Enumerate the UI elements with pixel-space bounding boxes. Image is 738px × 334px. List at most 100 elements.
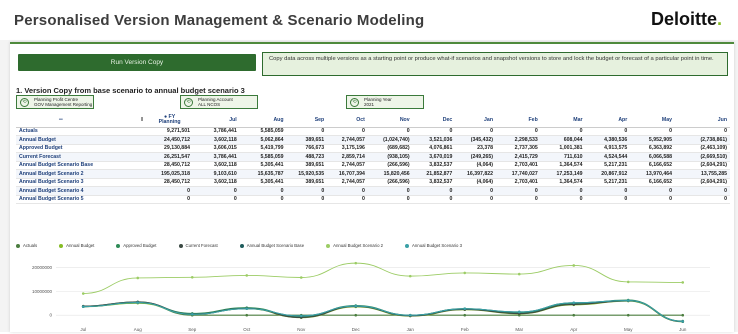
legend-item[interactable]: Current Forecast — [178, 243, 218, 248]
month-header-jun[interactable]: Jun — [675, 114, 730, 128]
table-cell[interactable]: 2,415,729 — [496, 152, 541, 162]
data-point[interactable] — [354, 313, 358, 317]
data-point[interactable] — [136, 276, 140, 280]
table-cell[interactable]: 23,378 — [455, 144, 496, 153]
table-cell[interactable]: 0 — [286, 186, 328, 196]
table-cell[interactable]: 0 — [455, 186, 496, 196]
table-cell[interactable]: 5,305,441 — [239, 161, 287, 170]
fy-planning-header[interactable]: ● FY Planning — [146, 114, 193, 128]
table-cell[interactable]: (4,064) — [455, 161, 496, 170]
table-cell[interactable]: 0 — [327, 127, 368, 136]
table-cell[interactable]: 0 — [675, 127, 730, 136]
table-cell[interactable]: 3,786,441 — [192, 127, 240, 136]
table-cell[interactable]: 711,610 — [540, 152, 586, 162]
table-cell[interactable]: 0 — [327, 195, 368, 204]
month-header-mar[interactable]: Mar — [540, 114, 586, 128]
table-cell[interactable]: 0 — [540, 195, 586, 204]
table-cell[interactable]: 5,217,231 — [585, 178, 631, 187]
month-header-may[interactable]: May — [630, 114, 675, 128]
table-cell[interactable]: 5,217,231 — [585, 161, 631, 170]
filter-year[interactable]: ⟲ Planning Year 2021 — [346, 95, 424, 109]
data-point[interactable] — [190, 275, 194, 279]
table-cell[interactable]: 17,740,027 — [496, 169, 541, 179]
legend-item[interactable]: Annual Budget Scenario 2 — [326, 243, 383, 248]
month-header-oct[interactable]: Oct — [327, 114, 368, 128]
table-cell[interactable]: 15,920,535 — [286, 169, 328, 179]
month-header-sep[interactable]: Sep — [286, 114, 328, 128]
table-row[interactable]: Annual Budget Scenario 2 195,025,318 9,103… — [16, 169, 730, 179]
table-cell[interactable]: 0 — [192, 195, 240, 204]
table-cell[interactable]: 0 — [327, 186, 368, 196]
table-cell[interactable]: 4,524,544 — [585, 152, 631, 162]
table-cell[interactable]: (4,064) — [455, 178, 496, 187]
menu-icon[interactable]: ═ — [59, 117, 63, 123]
table-cell[interactable]: 4,076,861 — [412, 144, 456, 153]
table-cell[interactable]: (2,669,510) — [675, 152, 730, 162]
table-cell[interactable]: 0 — [496, 195, 541, 204]
table-cell[interactable]: 195,025,318 — [146, 169, 193, 179]
table-cell[interactable]: 0 — [585, 186, 631, 196]
month-header-jan[interactable]: Jan — [455, 114, 496, 128]
data-point[interactable] — [463, 313, 467, 317]
table-cell[interactable]: 0 — [412, 195, 456, 204]
data-point[interactable] — [463, 271, 467, 275]
data-point[interactable] — [354, 261, 358, 265]
table-cell[interactable]: 0 — [540, 127, 586, 136]
table-row[interactable]: Annual Budget Scenario 3 28,450,712 3,602,… — [16, 178, 730, 187]
table-cell[interactable]: (266,596) — [367, 161, 413, 170]
table-cell[interactable]: 24,450,712 — [146, 135, 193, 145]
legend-item[interactable]: Approved Budget — [116, 243, 157, 248]
data-point[interactable] — [81, 305, 85, 308]
legend-item[interactable]: Annual Budget — [59, 243, 94, 248]
table-cell[interactable]: 3,670,019 — [412, 152, 456, 162]
table-cell[interactable]: 0 — [146, 195, 193, 204]
filter-profit-centre[interactable]: ⟲ Planning Profit Centre GOV Management … — [16, 95, 94, 109]
data-point[interactable] — [408, 313, 412, 317]
data-point[interactable] — [299, 276, 303, 279]
table-cell[interactable]: 5,585,059 — [239, 152, 287, 162]
table-cell[interactable]: 0 — [367, 195, 413, 204]
table-cell[interactable]: 0 — [239, 195, 287, 204]
data-point[interactable] — [572, 301, 576, 305]
table-cell[interactable]: (2,604,291) — [675, 161, 730, 170]
table-cell[interactable]: 389,651 — [286, 135, 328, 145]
table-cell[interactable]: 6,363,892 — [630, 144, 675, 153]
table-cell[interactable]: 0 — [239, 186, 287, 196]
column-resize-icon[interactable]: ‖ — [141, 117, 144, 123]
table-cell[interactable]: 3,786,441 — [192, 152, 240, 162]
table-cell[interactable]: 0 — [367, 127, 413, 136]
table-cell[interactable]: (266,596) — [367, 178, 413, 187]
table-cell[interactable]: (938,105) — [367, 152, 413, 162]
data-point[interactable] — [517, 310, 521, 314]
table-cell[interactable]: 389,651 — [286, 161, 328, 170]
table-cell[interactable]: 2,298,533 — [496, 135, 541, 145]
legend-item[interactable]: Annual Budget Scenario Base — [239, 243, 304, 248]
data-point[interactable] — [463, 307, 467, 311]
data-point[interactable] — [626, 280, 630, 284]
table-cell[interactable]: 0 — [412, 127, 456, 136]
table-cell[interactable]: 3,832,537 — [412, 178, 456, 187]
data-point[interactable] — [245, 307, 249, 310]
table-cell[interactable]: 608,044 — [540, 135, 586, 145]
table-cell[interactable]: 3,832,537 — [412, 161, 456, 170]
table-row[interactable]: Annual Budget 24,450,712 3,602,118 5,062,86… — [16, 135, 730, 145]
table-cell[interactable]: (2,604,291) — [675, 178, 730, 187]
table-cell[interactable]: (1,024,740) — [367, 135, 413, 145]
table-cell[interactable]: (249,265) — [455, 152, 496, 162]
data-point[interactable] — [354, 304, 358, 308]
table-cell[interactable]: 0 — [286, 195, 328, 204]
data-point[interactable] — [681, 281, 685, 284]
table-cell[interactable]: 0 — [675, 195, 730, 204]
data-point[interactable] — [245, 313, 249, 317]
table-cell[interactable]: 1,364,574 — [540, 161, 586, 170]
table-cell[interactable]: 2,703,401 — [496, 178, 541, 187]
table-cell[interactable]: 5,585,059 — [239, 127, 287, 136]
table-cell[interactable]: (689,682) — [367, 144, 413, 153]
table-cell[interactable]: 0 — [675, 186, 730, 196]
data-point[interactable] — [681, 320, 685, 323]
legend-item[interactable]: Annual Budget Scenario 3 — [405, 243, 462, 248]
table-cell[interactable]: 0 — [630, 195, 675, 204]
legend-item[interactable]: Actuals — [16, 243, 37, 248]
table-cell[interactable]: 0 — [585, 195, 631, 204]
table-row[interactable]: Actuals 9,271,501 3,786,441 5,585,059 0 0 0 0 0 0… — [16, 127, 730, 136]
